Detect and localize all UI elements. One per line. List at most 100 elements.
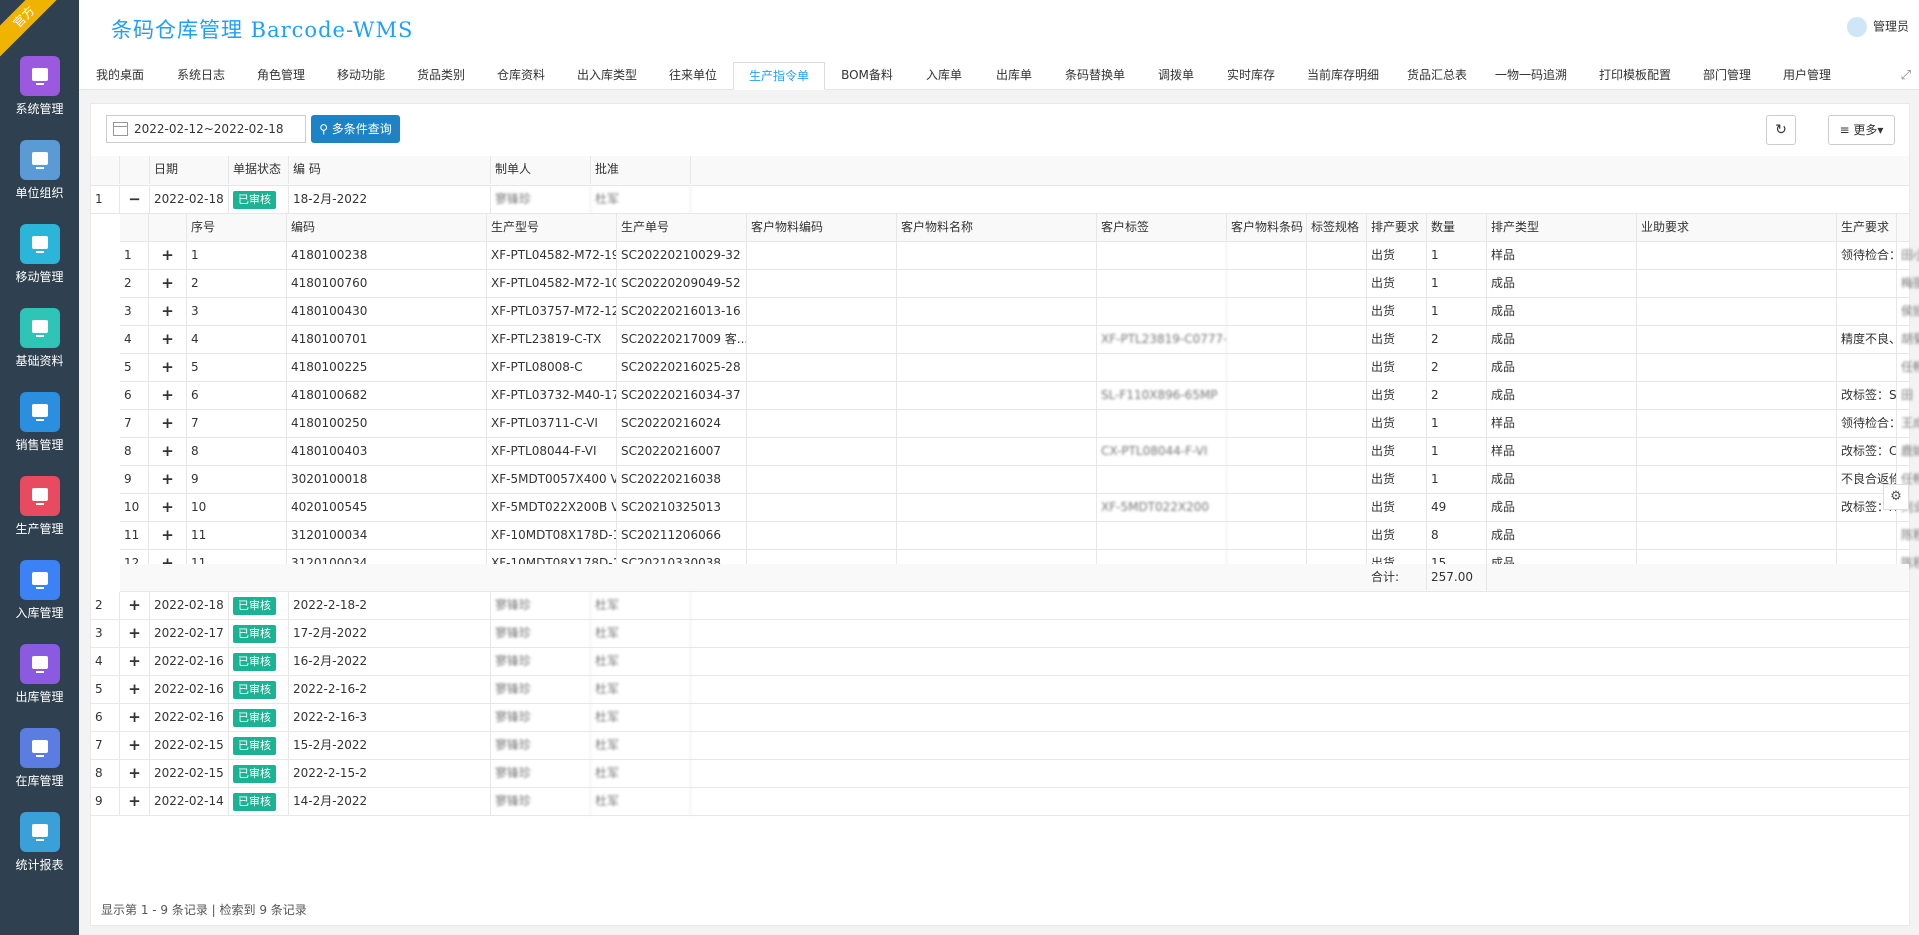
tab-12[interactable]: 条码替换单 — [1049, 62, 1141, 90]
sidebar-item-7[interactable]: 出库管理 — [0, 644, 79, 705]
row-cust-name — [897, 522, 1097, 550]
expand-icon[interactable]: + — [120, 704, 150, 732]
sidebar-item-1[interactable]: 单位组织 — [0, 140, 79, 201]
row-assist-req — [1637, 494, 1837, 522]
row-code: 4180100250 — [287, 410, 487, 438]
expand-icon[interactable]: + — [149, 382, 187, 410]
coffee-cup-icon — [19, 140, 60, 180]
row-order: SC20220216013-16 — [617, 298, 747, 326]
expand-icon[interactable]: + — [120, 620, 150, 648]
row-model: XF-5MDT022X200B V5 — [487, 494, 617, 522]
row-sched-req: 出货 — [1367, 354, 1427, 382]
row-cust-label — [1097, 522, 1227, 550]
tab-17[interactable]: 一物一码追溯 — [1479, 62, 1583, 90]
row-code[interactable]: 2022-2-16-2 — [289, 676, 491, 704]
expand-icon[interactable]: + — [120, 788, 150, 816]
row-code[interactable]: 17-2月-2022 — [289, 620, 491, 648]
sidebar-item-5[interactable]: 生产管理 — [0, 476, 79, 537]
row-code[interactable]: 18-2月-2022 — [289, 186, 491, 214]
tab-3[interactable]: 移动功能 — [321, 62, 401, 90]
sidebar: 官方 系统管理 单位组织 移动管理 基础资料 销售管理 生产管理 入库管理 出库管理 在库管理统… — [0, 0, 79, 935]
settings-icon[interactable]: ⚙ — [1883, 484, 1909, 510]
tab-6[interactable]: 出入库类型 — [561, 62, 653, 90]
tab-16[interactable]: 货品汇总表 — [1395, 62, 1479, 90]
tab-5[interactable]: 仓库资料 — [481, 62, 561, 90]
expand-icon[interactable]: + — [149, 242, 187, 270]
sidebar-item-9[interactable]: 统计报表 — [0, 812, 79, 873]
user-name: 管理员 — [1872, 19, 1909, 34]
collapse-icon[interactable]: − — [120, 186, 150, 214]
tab-15[interactable]: 当前库存明细 — [1291, 62, 1395, 90]
tab-11[interactable]: 出库单 — [979, 62, 1049, 90]
row-code[interactable]: 2022-2-15-2 — [289, 760, 491, 788]
tab-9[interactable]: BOM备料 — [825, 62, 909, 90]
tab-10[interactable]: 入库单 — [909, 62, 979, 90]
expand-icon[interactable]: + — [149, 410, 187, 438]
expand-icon[interactable]: + — [149, 298, 187, 326]
row-code[interactable]: 16-2月-2022 — [289, 648, 491, 676]
expand-icon[interactable]: + — [149, 466, 187, 494]
row-label-spec — [1307, 326, 1367, 354]
row-sched-type: 成品 — [1487, 298, 1637, 326]
refresh-icon: ↻ — [1775, 122, 1787, 138]
sidebar-item-2[interactable]: 移动管理 — [0, 224, 79, 285]
row-code[interactable]: 2022-2-16-3 — [289, 704, 491, 732]
refresh-button[interactable]: ↻ — [1766, 115, 1796, 145]
row-code[interactable]: 2022-2-18-2 — [289, 592, 491, 620]
tab-4[interactable]: 货品类别 — [401, 62, 481, 90]
sidebar-item-6[interactable]: 入库管理 — [0, 560, 79, 621]
tab-18[interactable]: 打印模板配置 — [1583, 62, 1687, 90]
tab-14[interactable]: 实时库存 — [1211, 62, 1291, 90]
row-cust-name — [897, 326, 1097, 354]
expand-icon[interactable]: + — [149, 494, 187, 522]
row-code[interactable]: 15-2月-2022 — [289, 732, 491, 760]
sidebar-item-3[interactable]: 基础资料 — [0, 308, 79, 369]
expand-icon[interactable]: + — [120, 732, 150, 760]
more-button[interactable]: ≡ 更多▾ — [1828, 115, 1895, 145]
tab-20[interactable]: 用户管理 — [1767, 62, 1847, 90]
tab-19[interactable]: 部门管理 — [1687, 62, 1767, 90]
row-cust-label: XF-5MDT022X200 — [1097, 494, 1227, 522]
row-sched-type: 成品 — [1487, 354, 1637, 382]
tab-7[interactable]: 往来单位 — [653, 62, 733, 90]
expand-icon[interactable]: + — [149, 438, 187, 466]
expand-icon[interactable]: + — [149, 522, 187, 550]
row-code: 4180100430 — [287, 298, 487, 326]
row-order: SC20220217009 客... — [617, 326, 747, 354]
expand-icon[interactable]: + — [120, 760, 150, 788]
row-seq: 7 — [187, 410, 287, 438]
row-qty: 1 — [1427, 298, 1487, 326]
calendar-icon — [113, 122, 128, 136]
tab-0[interactable]: 我的桌面 — [79, 62, 161, 90]
fullscreen-icon[interactable]: ⤢ — [1901, 68, 1911, 83]
row-model: XF-PTL03711-C-VI — [487, 410, 617, 438]
tab-2[interactable]: 角色管理 — [241, 62, 321, 90]
user-menu[interactable]: 管理员 — [1846, 17, 1909, 37]
copy-icon — [19, 728, 60, 768]
row-sched-req: 出货 — [1367, 466, 1427, 494]
multi-search-button[interactable]: ⚲ 多条件查询 — [311, 115, 400, 143]
expand-icon[interactable]: + — [149, 326, 187, 354]
row-code[interactable]: 14-2月-2022 — [289, 788, 491, 816]
tab-1[interactable]: 系统日志 — [161, 62, 241, 90]
expand-icon[interactable]: + — [120, 592, 150, 620]
sidebar-item-4[interactable]: 销售管理 — [0, 392, 79, 453]
row-number: 4 — [91, 648, 120, 676]
tab-13[interactable]: 调拨单 — [1141, 62, 1211, 90]
expand-icon[interactable]: + — [120, 648, 150, 676]
status-badge: 已审核 — [233, 624, 276, 643]
expand-icon[interactable]: + — [149, 354, 187, 382]
row-assist-req — [1637, 522, 1837, 550]
sidebar-item-0[interactable]: 系统管理 — [0, 56, 79, 117]
date-range-input[interactable]: 2022-02-12~2022-02-18 — [106, 115, 306, 143]
row-prod-req — [1837, 354, 1897, 382]
search-button-label: 多条件查询 — [331, 122, 392, 136]
expand-icon[interactable]: + — [120, 676, 150, 704]
column-header: 生产单号 — [617, 214, 747, 242]
column-header: 日期 — [150, 156, 229, 184]
tab-8[interactable]: 生产指令单 — [733, 62, 825, 90]
row-cust-name — [897, 382, 1097, 410]
expand-icon[interactable]: + — [149, 270, 187, 298]
row-label-spec — [1307, 438, 1367, 466]
sidebar-item-8[interactable]: 在库管理 — [0, 728, 79, 789]
